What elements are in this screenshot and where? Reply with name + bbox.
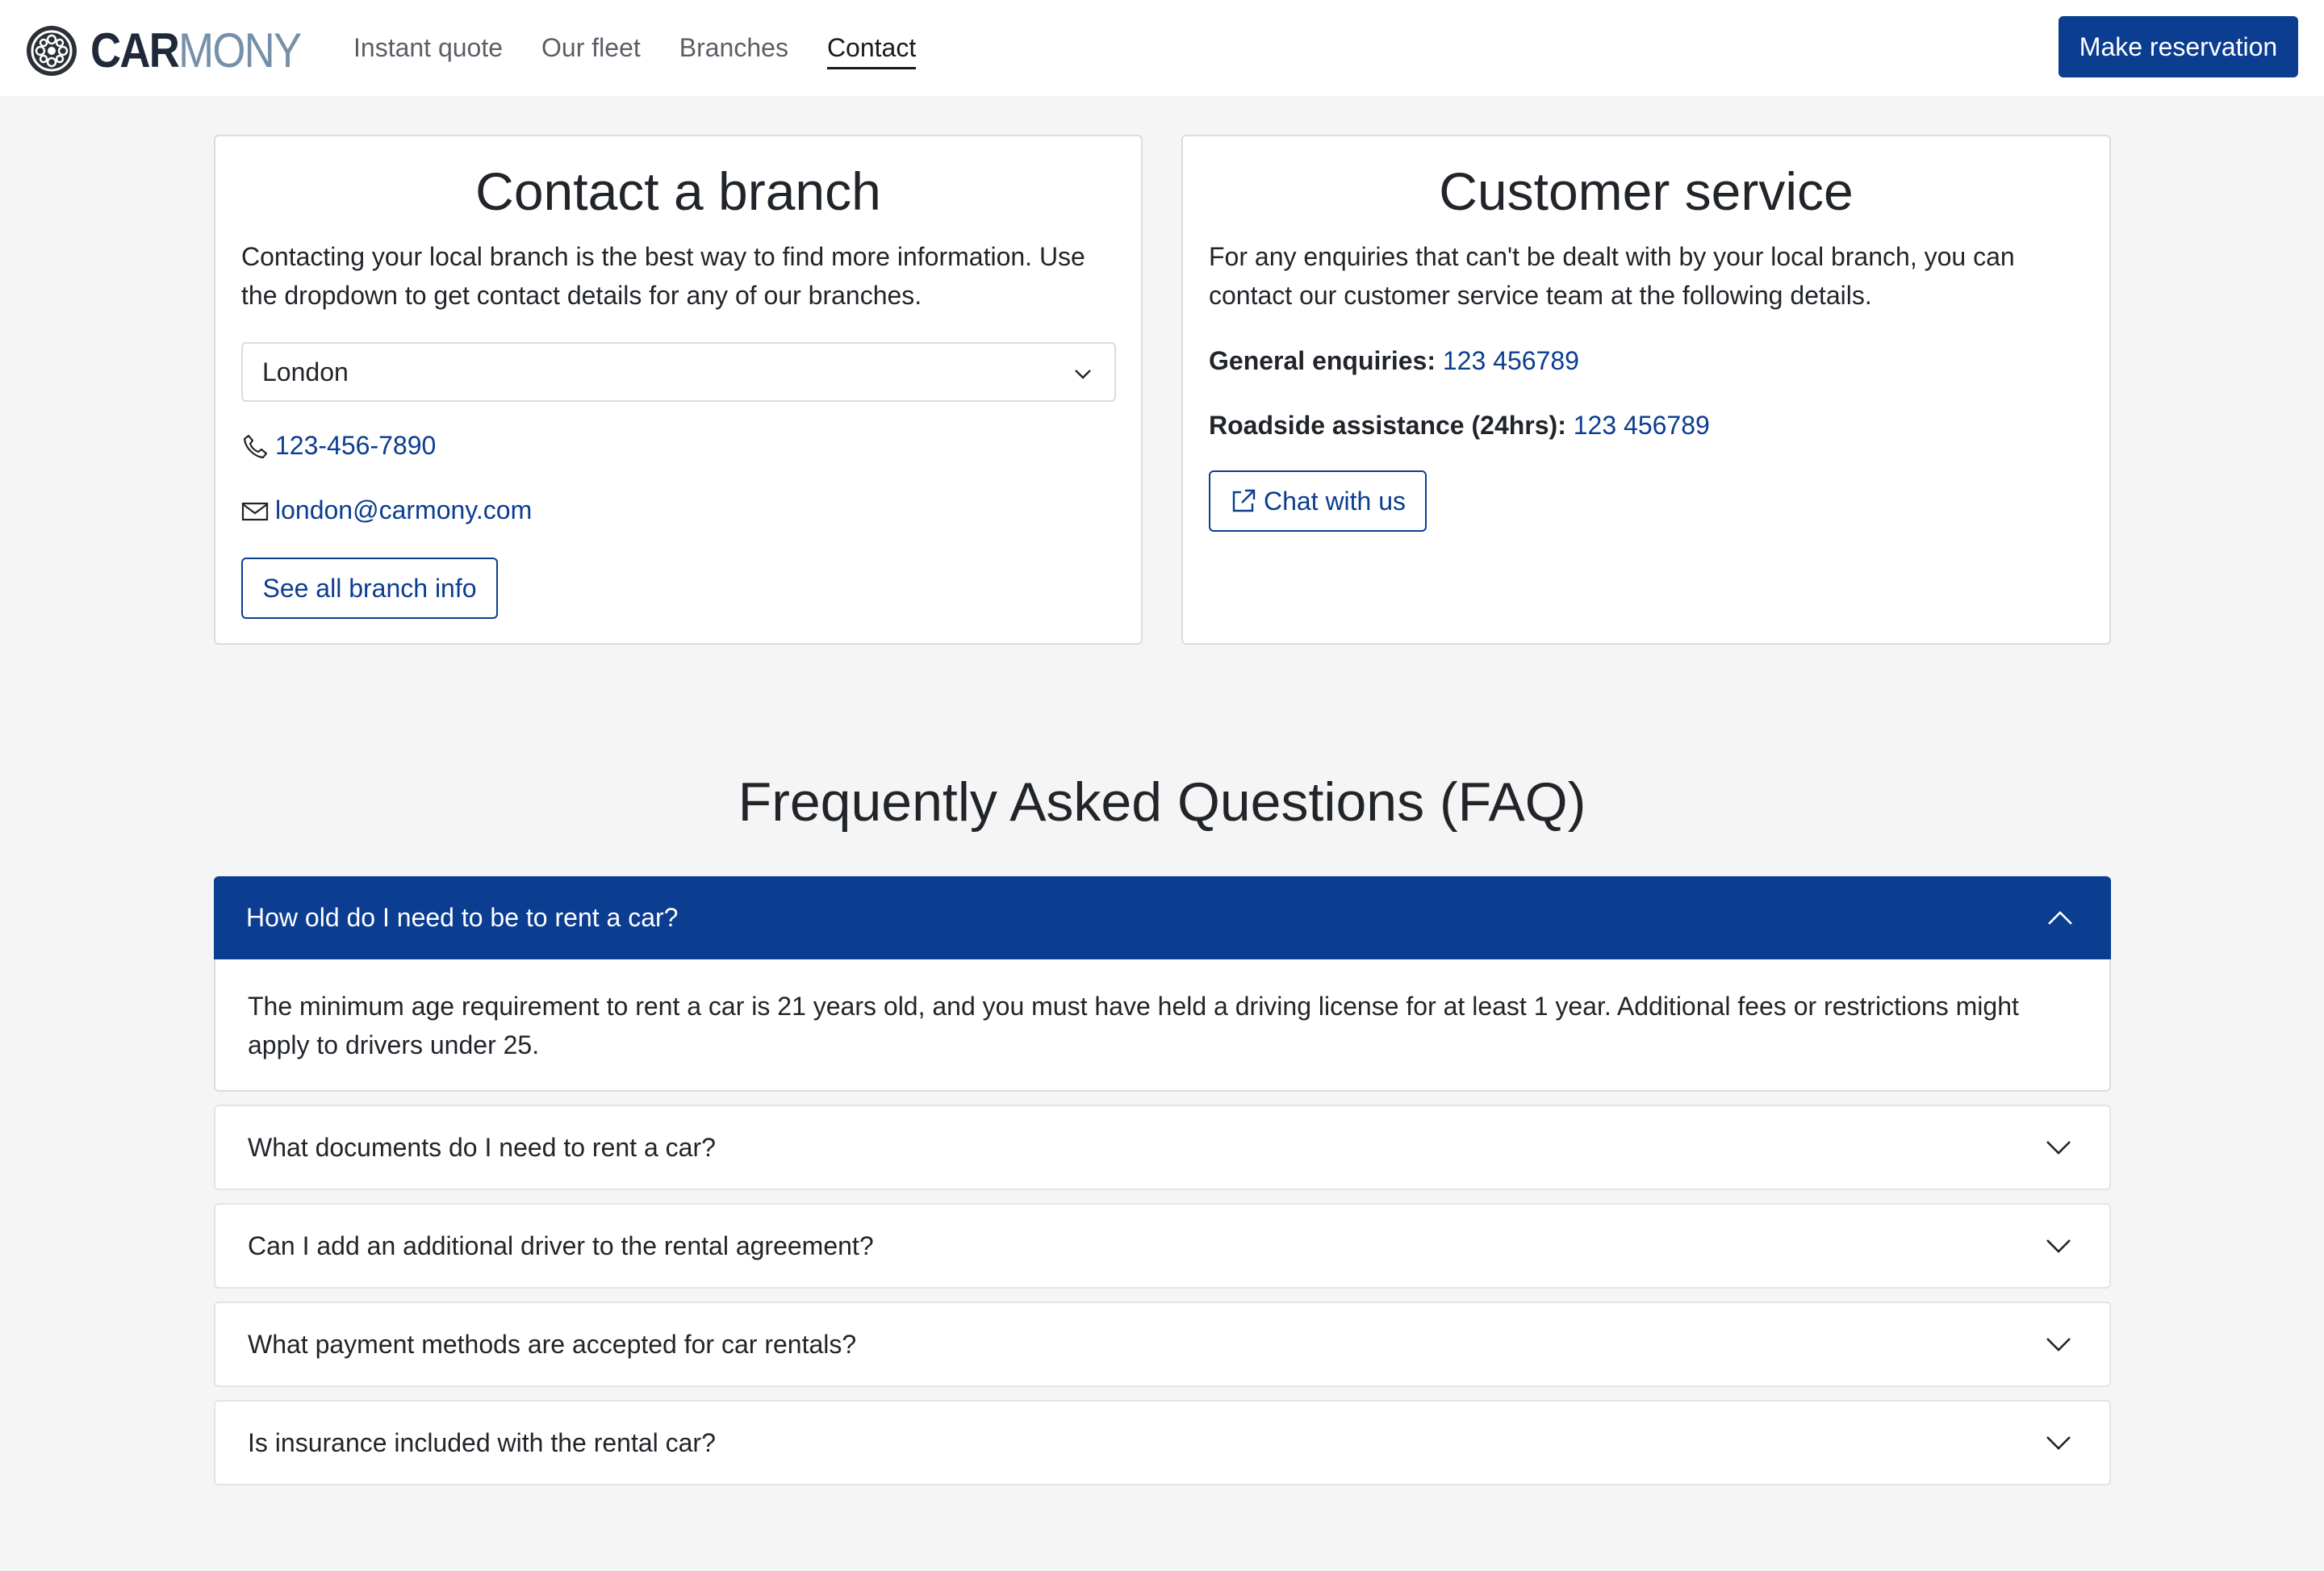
main-nav: Instant quote Our fleet Branches Contact [353, 0, 955, 96]
external-link-icon [1232, 489, 1256, 512]
phone-icon [243, 434, 268, 458]
branch-phone: 123-456-7890 [275, 431, 437, 460]
faq-question: What payment methods are accepted for ca… [248, 1329, 857, 1359]
brand-name-part1: CAR [90, 23, 180, 77]
brand-logo[interactable]: CARMONY [24, 23, 329, 79]
nav-our-fleet[interactable]: Our fleet [541, 33, 641, 63]
chevron-down-icon [1075, 370, 1091, 379]
roadside-assistance-label: Roadside assistance (24hrs): [1209, 411, 1566, 440]
wheel-logo-icon [27, 26, 77, 76]
faq-item-3[interactable]: Can I add an additional driver to the re… [214, 1203, 2111, 1289]
general-enquiries-line: General enquiries: 123 456789 [1209, 346, 1579, 376]
faq-question: Can I add an additional driver to the re… [248, 1230, 874, 1260]
roadside-assistance-line: Roadside assistance (24hrs): 123 456789 [1209, 411, 1710, 441]
nav-instant-quote[interactable]: Instant quote [353, 33, 503, 63]
branch-select[interactable]: London [241, 342, 1116, 402]
faq-item-2[interactable]: What documents do I need to rent a car? [214, 1105, 2111, 1190]
branch-email: london@carmony.com [275, 495, 533, 524]
contact-branch-title: Contact a branch [475, 161, 881, 221]
branch-select-value: London [262, 357, 349, 386]
faq-item-1-answer: The minimum age requirement to rent a ca… [214, 959, 2111, 1092]
general-enquiries-label: General enquiries: [1209, 346, 1436, 375]
faq-answer: The minimum age requirement to rent a ca… [248, 992, 2019, 1059]
branch-email-line[interactable]: london@carmony.com [241, 495, 532, 525]
chevron-down-icon [2046, 1141, 2071, 1155]
branch-phone-line[interactable]: 123-456-7890 [241, 431, 436, 461]
chevron-down-icon [2046, 1239, 2071, 1253]
chat-with-us-label: Chat with us [1263, 486, 1407, 516]
chevron-up-icon [2048, 910, 2072, 925]
customer-service-description: For any enquiries that can't be dealt wi… [1209, 241, 2015, 310]
faq-item-5[interactable]: Is insurance included with the rental ca… [214, 1400, 2111, 1485]
roadside-assistance-phone[interactable]: 123 456789 [1574, 411, 1710, 440]
general-enquiries-phone[interactable]: 123 456789 [1443, 346, 1579, 375]
customer-service-title: Customer service [1439, 161, 1854, 221]
nav-branches[interactable]: Branches [679, 33, 788, 63]
brand-name: CARMONY [90, 27, 302, 75]
faq-title: Frequently Asked Questions (FAQ) [738, 771, 1586, 833]
faq-question: What documents do I need to rent a car? [248, 1132, 716, 1162]
faq-item-1-header[interactable]: How old do I need to be to rent a car? [214, 876, 2111, 959]
make-reservation-button[interactable]: Make reservation [2059, 16, 2298, 77]
envelope-icon [241, 502, 269, 520]
chevron-down-icon [2046, 1338, 2071, 1352]
customer-service-card: Customer service For any enquiries that … [1181, 135, 2111, 645]
top-navbar: CARMONY Instant quote Our fleet Branches… [0, 0, 2324, 96]
chat-with-us-button[interactable]: Chat with us [1209, 470, 1427, 532]
nav-contact[interactable]: Contact [826, 33, 917, 69]
chevron-down-icon [2046, 1436, 2071, 1450]
faq-question: Is insurance included with the rental ca… [248, 1427, 716, 1457]
see-all-branch-info-button[interactable]: See all branch info [241, 558, 498, 619]
contact-branch-card: Contact a branch Contacting your local b… [214, 135, 1143, 645]
faq-question: How old do I need to be to rent a car? [246, 903, 679, 932]
contact-branch-description: Contacting your local branch is the best… [241, 241, 1085, 310]
brand-name-part2: MONY [178, 23, 302, 77]
faq-item-4[interactable]: What payment methods are accepted for ca… [214, 1302, 2111, 1387]
